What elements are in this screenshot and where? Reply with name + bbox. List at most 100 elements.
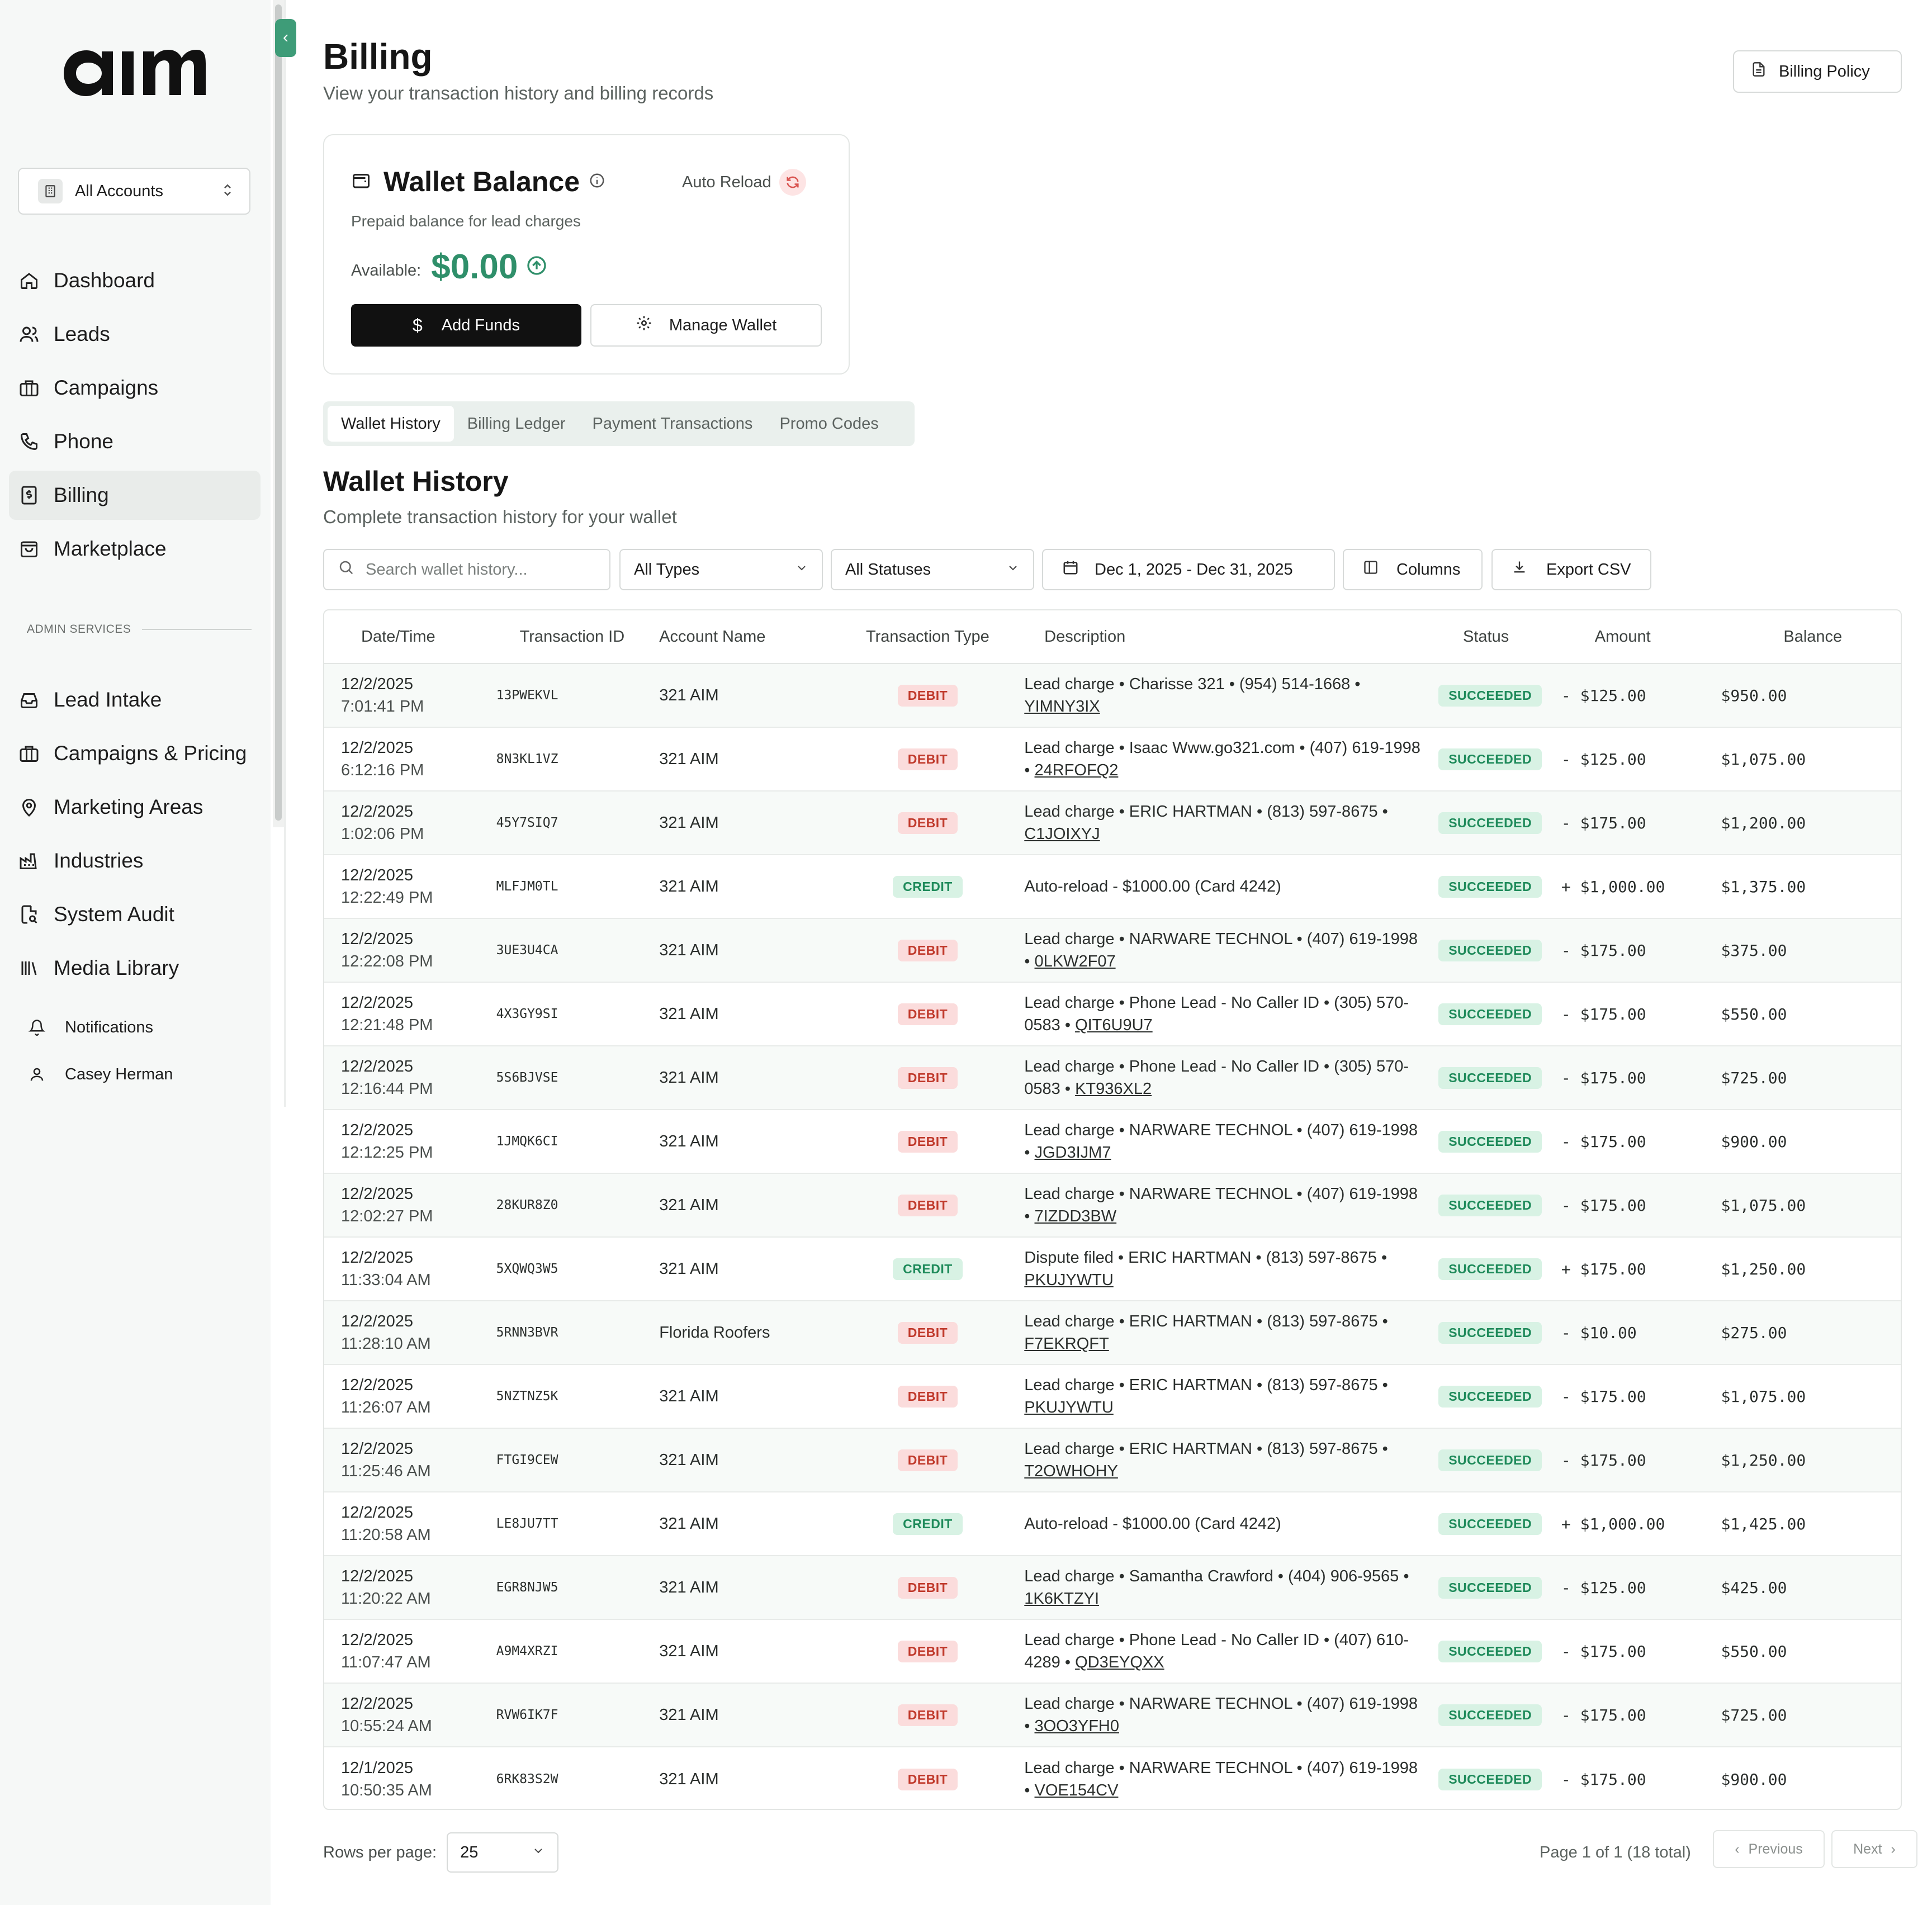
col-description[interactable]: Description	[1003, 628, 1422, 646]
lead-reference-link[interactable]: C1JOIXYJ	[1024, 825, 1100, 843]
tab-payment-transactions[interactable]: Payment Transactions	[579, 406, 766, 442]
table-row[interactable]: 12/2/2025 12:21:48 PM 4X3GY9SI 321 AIM DEBIT…	[324, 983, 1901, 1046]
status-badge: SUCCEEDED	[1438, 1576, 1542, 1599]
type-badge: DEBIT	[897, 1640, 958, 1662]
cell-time: 10:50:35 AM	[341, 1781, 432, 1799]
col-status[interactable]: Status	[1422, 628, 1561, 646]
nav-item-industries[interactable]: Industries	[9, 836, 261, 885]
type-filter-select[interactable]: All Types	[619, 549, 823, 590]
auto-reload-toggle[interactable]: Auto Reload	[682, 169, 806, 196]
table-row[interactable]: 12/1/2025 10:50:35 AM 6RK83S2W 321 AIM DEBIT…	[324, 1747, 1901, 1809]
cell-time: 11:07:47 AM	[341, 1653, 431, 1671]
nav-item-campaigns[interactable]: Campaigns	[9, 363, 261, 413]
table-row[interactable]: 12/2/2025 10:55:24 AM RVW6IK7F 321 AIM DEBIT…	[324, 1684, 1901, 1747]
cell-time: 1:02:06 PM	[341, 825, 424, 843]
lead-reference-link[interactable]: VOE154CV	[1035, 1781, 1119, 1799]
lead-reference-link[interactable]: 24RFOFQ2	[1035, 761, 1119, 779]
cell-datetime: 12/2/2025 12:22:49 PM	[324, 864, 477, 909]
col-balance[interactable]: Balance	[1721, 628, 1901, 646]
lead-reference-link[interactable]: PKUJYWTU	[1024, 1399, 1114, 1416]
table-row[interactable]: 12/2/2025 11:07:47 AM A9M4XRZI 321 AIM DEBIT…	[324, 1620, 1901, 1684]
type-badge: DEBIT	[897, 1768, 958, 1790]
cell-balance: $550.00	[1721, 1642, 1787, 1661]
lead-reference-link[interactable]: 3OO3YFH0	[1035, 1717, 1120, 1735]
add-funds-button[interactable]: $ Add Funds	[351, 304, 581, 347]
search-input[interactable]: Search wallet history...	[323, 549, 610, 590]
info-icon[interactable]	[589, 172, 605, 192]
billing-policy-button[interactable]: Billing Policy	[1733, 50, 1902, 93]
nav-item-phone[interactable]: Phone	[9, 417, 261, 466]
table-row[interactable]: 12/2/2025 11:33:04 AM 5XQWQ3W5 321 AIM CREDI…	[324, 1238, 1901, 1301]
lead-reference-link[interactable]: 7IZDD3BW	[1035, 1207, 1117, 1225]
scrollbar-thumb[interactable]	[275, 4, 282, 821]
tab-wallet-history[interactable]: Wallet History	[328, 406, 454, 442]
admin-services-label: ADMIN SERVICES	[27, 623, 252, 636]
col-transaction-id[interactable]: Transaction ID	[477, 628, 660, 646]
user-profile-link[interactable]: Casey Herman	[27, 1064, 173, 1084]
col-account-name[interactable]: Account Name	[659, 628, 852, 646]
table-row[interactable]: 12/2/2025 12:22:08 PM 3UE3U4CA 321 AIM DEBIT…	[324, 919, 1901, 983]
date-range-picker[interactable]: Dec 1, 2025 - Dec 31, 2025	[1042, 549, 1335, 590]
lead-reference-link[interactable]: QIT6U9U7	[1075, 1016, 1153, 1034]
cell-account-name: 321 AIM	[659, 1642, 719, 1660]
nav-item-campaigns-pricing[interactable]: Campaigns & Pricing	[9, 729, 261, 778]
lead-reference-link[interactable]: 0LKW2F07	[1035, 952, 1116, 970]
table-row[interactable]: 12/2/2025 1:02:06 PM 45Y7SIQ7 321 AIM DEBIT L…	[324, 792, 1901, 855]
nav-item-media-library[interactable]: Media Library	[9, 944, 261, 993]
tab-promo-codes[interactable]: Promo Codes	[766, 406, 892, 442]
lead-reference-link[interactable]: JGD3IJM7	[1035, 1144, 1111, 1162]
table-row[interactable]: 12/2/2025 11:26:07 AM 5NZTNZ5K 321 AIM DEBIT…	[324, 1365, 1901, 1429]
next-page-button[interactable]: Next ›	[1831, 1830, 1917, 1868]
nav-item-lead-intake[interactable]: Lead Intake	[9, 675, 261, 724]
lead-reference-link[interactable]: F7EKRQFT	[1024, 1335, 1109, 1353]
collapse-sidebar-button[interactable]: ‹	[275, 19, 296, 57]
previous-page-button[interactable]: ‹ Previous	[1713, 1830, 1825, 1868]
table-row[interactable]: 12/2/2025 12:22:49 PM MLFJM0TL 321 AIM CREDI…	[324, 855, 1901, 919]
lead-reference-link[interactable]: T2OWHOHY	[1024, 1462, 1118, 1480]
table-row[interactable]: 12/2/2025 12:02:27 PM 28KUR8Z0 321 AIM DEBIT…	[324, 1174, 1901, 1238]
cell-status: SUCCEEDED	[1422, 939, 1561, 961]
export-csv-button[interactable]: Export CSV	[1491, 549, 1651, 590]
nav-item-marketplace[interactable]: Marketplace	[9, 524, 261, 574]
aim-logo[interactable]	[61, 47, 207, 99]
sidebar-scrollbar[interactable]	[273, 0, 284, 827]
cell-date: 12/2/2025	[341, 1631, 414, 1649]
table-row[interactable]: 12/2/2025 12:12:25 PM 1JMQK6CI 321 AIM DEBIT…	[324, 1110, 1901, 1174]
cell-date: 12/2/2025	[341, 994, 414, 1012]
cell-description: Dispute filed • ERIC HARTMAN • (813) 597…	[1003, 1247, 1422, 1291]
account-switcher[interactable]: All Accounts	[18, 168, 250, 215]
nav-item-leads[interactable]: Leads	[9, 310, 261, 359]
nav-item-dashboard[interactable]: Dashboard	[9, 256, 261, 305]
nav-item-marketing-areas[interactable]: Marketing Areas	[9, 783, 261, 832]
rows-per-page-select[interactable]: 25	[447, 1832, 559, 1873]
description-text: Lead charge • Samantha Crawford • (404) …	[1024, 1567, 1409, 1585]
cell-transaction-id: LE8JU7TT	[496, 1517, 558, 1531]
manage-wallet-button[interactable]: Manage Wallet	[590, 304, 822, 347]
lead-reference-link[interactable]: QD3EYQXX	[1075, 1653, 1164, 1671]
lead-reference-link[interactable]: YIMNY3IX	[1024, 698, 1100, 715]
lead-reference-link[interactable]: KT936XL2	[1075, 1080, 1152, 1098]
cell-description: Lead charge • NARWARE TECHNOL • (407) 61…	[1003, 1183, 1422, 1228]
cell-balance: $1,425.00	[1721, 1514, 1806, 1533]
nav-item-system-audit[interactable]: System Audit	[9, 890, 261, 939]
col-transaction-type[interactable]: Transaction Type	[853, 628, 1003, 646]
columns-button[interactable]: Columns	[1343, 549, 1483, 590]
lead-reference-link[interactable]: 1K6KTZYI	[1024, 1590, 1099, 1608]
nav-item-billing[interactable]: Billing	[9, 471, 261, 520]
table-row[interactable]: 12/2/2025 12:16:44 PM 5S6BJVSE 321 AIM DEBIT…	[324, 1046, 1901, 1110]
rows-per-page: Rows per page: 25	[323, 1832, 559, 1873]
table-row[interactable]: 12/2/2025 11:20:22 AM EGR8NJW5 321 AIM DEBIT…	[324, 1556, 1901, 1620]
cell-datetime: 12/2/2025 7:01:41 PM	[324, 673, 477, 718]
col-date[interactable]: Date/Time	[324, 628, 477, 646]
lead-reference-link[interactable]: PKUJYWTU	[1024, 1271, 1114, 1289]
table-row[interactable]: 12/2/2025 11:20:58 AM LE8JU7TT 321 AIM CREDI…	[324, 1492, 1901, 1556]
table-row[interactable]: 12/2/2025 11:25:46 AM FTGI9CEW 321 AIM DEBIT…	[324, 1429, 1901, 1492]
table-row[interactable]: 12/2/2025 6:12:16 PM 8N3KL1VZ 321 AIM DEBIT L…	[324, 728, 1901, 792]
col-amount[interactable]: Amount	[1561, 628, 1721, 646]
table-row[interactable]: 12/2/2025 11:28:10 AM 5RNN3BVR Florida Roof…	[324, 1301, 1901, 1365]
status-filter-select[interactable]: All Statuses	[831, 549, 1034, 590]
table-row[interactable]: 12/2/2025 7:01:41 PM 13PWEKVL 321 AIM DEBIT L…	[324, 664, 1901, 728]
tab-billing-ledger[interactable]: Billing Ledger	[454, 406, 579, 442]
status-badge: SUCCEEDED	[1438, 1704, 1542, 1726]
notifications-link[interactable]: Notifications	[27, 1017, 153, 1037]
